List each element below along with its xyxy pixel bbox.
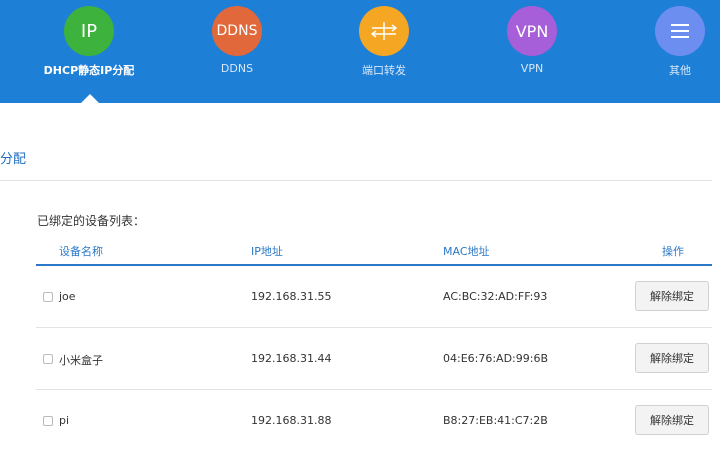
device-name: 小米盒子 [59,354,103,367]
column-header-mac: MAC地址 [443,245,490,258]
device-mac: B8:27:EB:41:C7:2B [443,414,548,427]
active-tab-pointer [81,94,99,103]
row-checkbox[interactable] [43,292,53,302]
ddns-icon: DDNS [212,6,262,56]
top-nav-bar: IP DHCP静态IP分配 DDNS DDNS 端口转发 VPN VPN 其他 [0,0,720,103]
device-ip: 192.168.31.88 [251,414,332,427]
device-name: joe [59,290,76,303]
vpn-icon: VPN [507,6,557,56]
device-list-title: 已绑定的设备列表： [37,214,146,228]
table-row: pi 192.168.31.88 B8:27:EB:41:C7:2B 解除绑定 [36,390,712,452]
nav-item-label: 端口转发 [362,64,406,77]
nav-item-label: DHCP静态IP分配 [43,64,135,77]
row-checkbox[interactable] [43,354,53,364]
table-row: 小米盒子 192.168.31.44 04:E6:76:AD:99:6B 解除绑… [36,328,712,390]
nav-item-dhcp-static-ip[interactable]: IP DHCP静态IP分配 [24,6,154,78]
nav-item-vpn[interactable]: VPN VPN [467,6,597,75]
column-header-ip: IP地址 [251,245,283,258]
device-mac: 04:E6:76:AD:99:6B [443,352,549,365]
nav-item-label: VPN [520,62,544,75]
nav-item-label: DDNS [220,62,254,75]
device-ip: 192.168.31.44 [251,352,332,365]
device-mac: AC:BC:32:AD:FF:93 [443,290,548,303]
device-ip: 192.168.31.55 [251,290,332,303]
ip-icon: IP [64,6,114,56]
divider [0,180,712,181]
row-checkbox[interactable] [43,416,53,426]
column-header-device-name: 设备名称 [59,245,103,258]
menu-icon [655,6,705,56]
device-name: pi [59,414,70,427]
nav-item-ddns[interactable]: DDNS DDNS [172,6,302,75]
column-header-action: 操作 [662,245,684,258]
unbind-button[interactable]: 解除绑定 [635,343,709,373]
nav-item-port-forwarding[interactable]: 端口转发 [319,6,449,78]
unbind-button[interactable]: 解除绑定 [635,405,709,435]
unbind-button[interactable]: 解除绑定 [635,281,709,311]
section-title: 分配 [0,152,27,167]
port-forward-icon [359,6,409,56]
nav-item-other[interactable]: 其他 [615,6,720,78]
nav-item-label: 其他 [669,64,691,77]
table-row: joe 192.168.31.55 AC:BC:32:AD:FF:93 解除绑定 [36,266,712,328]
